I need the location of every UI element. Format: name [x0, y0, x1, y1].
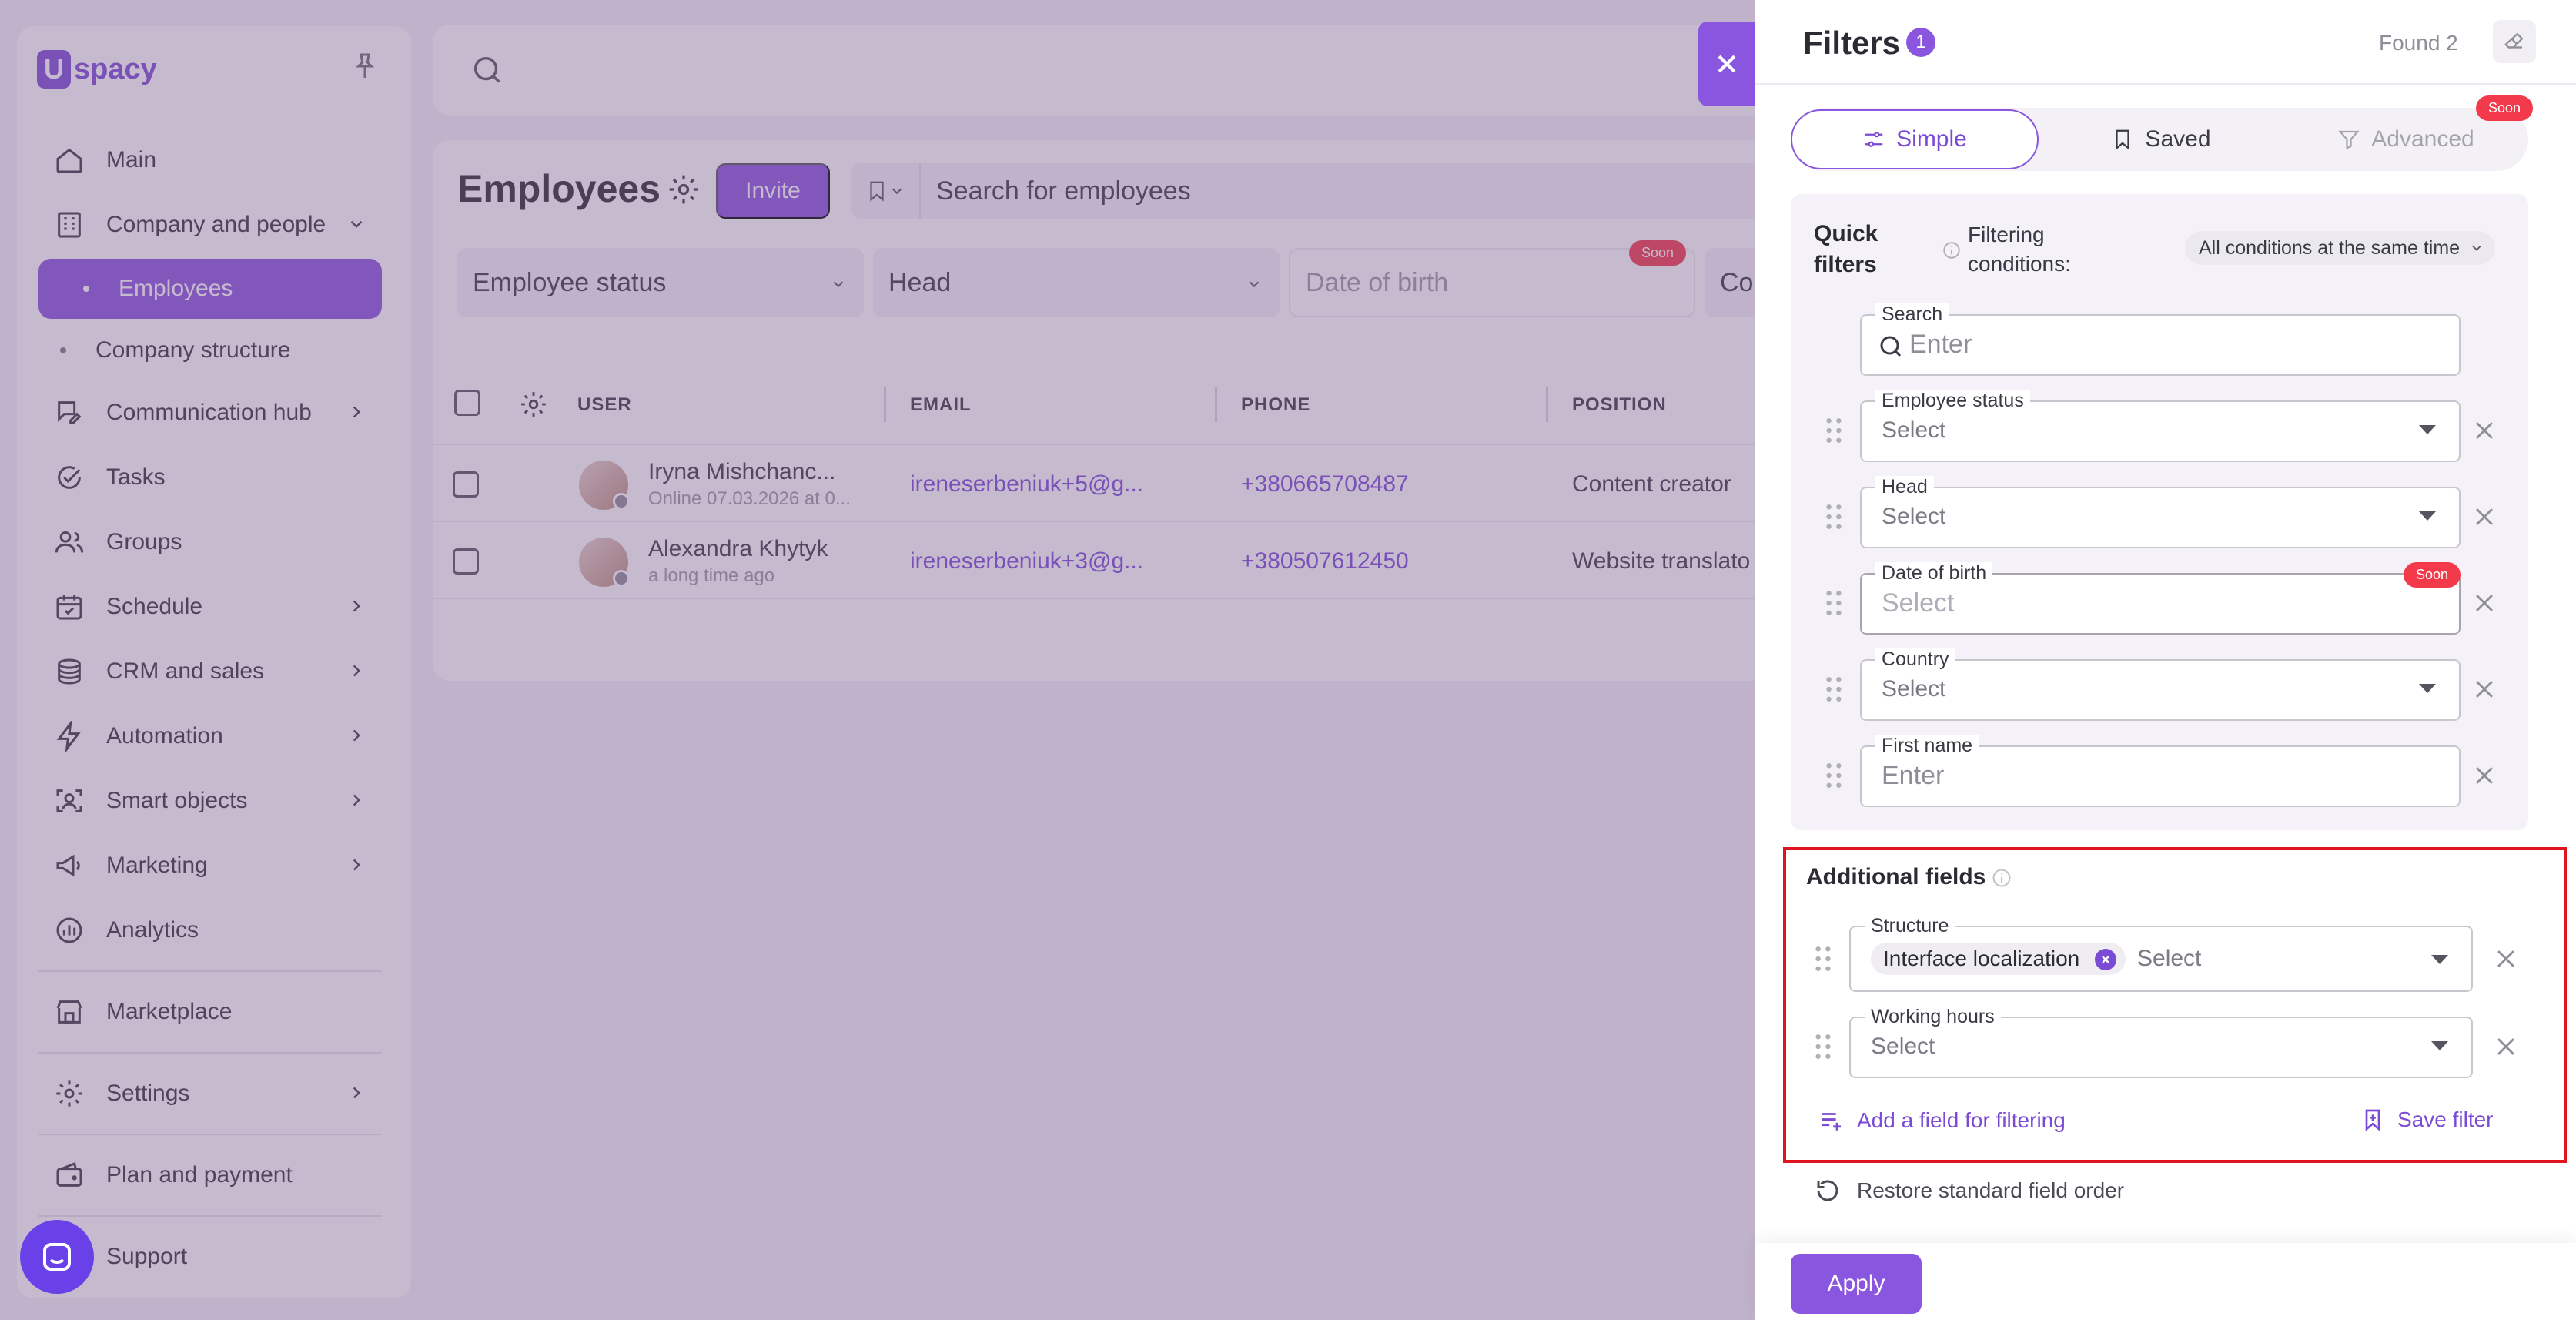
tab-simple[interactable]: Simple: [1791, 109, 2039, 169]
chevron-down-icon: [2472, 245, 2481, 251]
employee-status-value: Select: [1882, 417, 1946, 443]
date-of-birth-select: Date of birth Select Soon: [1860, 562, 2461, 635]
head-select[interactable]: Head Select: [1860, 476, 2461, 548]
working-hours-select[interactable]: Working hours Select: [1849, 1006, 2473, 1078]
info-icon[interactable]: [1942, 240, 1962, 260]
close-icon: [1718, 55, 1736, 73]
restore-field-order-label: Restore standard field order: [1857, 1178, 2125, 1202]
remove-filter-icon[interactable]: [2471, 590, 2497, 616]
drawer-title: Filters: [1803, 25, 1901, 61]
working-hours-value: Select: [1871, 1034, 1935, 1059]
found-count: Found 2: [2379, 31, 2458, 55]
quick-filters-section: Quick filters Filtering conditions: All …: [1791, 194, 2528, 830]
save-filter-label: Save filter: [2397, 1107, 2494, 1131]
country-select[interactable]: Country Select: [1860, 648, 2461, 721]
country-value: Select: [1882, 676, 1946, 702]
drag-handle-icon[interactable]: [1814, 1034, 1832, 1060]
apply-button[interactable]: Apply: [1791, 1254, 1922, 1314]
structure-label: Structure: [1865, 915, 1955, 936]
drag-handle-icon[interactable]: [1825, 676, 1843, 702]
close-drawer-button[interactable]: [1698, 22, 1755, 106]
bookmark-add-icon: [2365, 1109, 2380, 1131]
head-label: Head: [1875, 476, 1934, 498]
date-of-birth-label: Date of birth: [1875, 562, 1993, 584]
structure-chip-label: Interface localization: [1883, 946, 2080, 970]
quick-filters-title: Quick filters: [1814, 221, 1878, 277]
additional-fields-title: Additional fields: [1806, 864, 1986, 889]
search-field-label: Search: [1875, 303, 1949, 325]
search-icon: [1880, 336, 1902, 357]
structure-chip: Interface localization: [1871, 943, 2126, 975]
add-list-icon: [1822, 1113, 1842, 1131]
soon-badge: Soon: [2475, 95, 2533, 121]
active-filter-count-badge: 1: [1906, 28, 1935, 57]
employee-status-select[interactable]: Employee status Select: [1860, 390, 2461, 462]
search-field-placeholder: Enter: [1909, 330, 1972, 359]
filter-mode-tabs: Simple Saved Advanced Soon: [1791, 95, 2533, 171]
bookmark-icon: [2116, 129, 2130, 150]
clear-filters-button[interactable]: [2493, 20, 2536, 63]
tab-saved[interactable]: Saved: [2039, 109, 2283, 169]
caret-down-icon: [2431, 955, 2448, 964]
restore-icon: [1817, 1180, 1838, 1201]
add-filter-field-label: Add a field for filtering: [1857, 1108, 2066, 1132]
first-name-placeholder: Enter: [1882, 761, 1945, 790]
country-label: Country: [1875, 648, 1955, 670]
filters-drawer: Filters 1 Found 2 Simple Saved Advanced …: [1755, 0, 2576, 1320]
drag-handle-icon[interactable]: [1825, 590, 1843, 616]
drag-handle-icon[interactable]: [1825, 417, 1843, 444]
modal-backdrop[interactable]: [0, 0, 1755, 1320]
save-filter-button[interactable]: Save filter: [2360, 1107, 2494, 1132]
date-of-birth-value: Select: [1882, 588, 1955, 618]
drawer-header: Filters 1 Found 2: [1755, 0, 2576, 85]
soon-badge: Soon: [2403, 562, 2461, 588]
caret-down-icon: [2431, 1041, 2448, 1050]
tab-advanced-label: Advanced: [2371, 126, 2474, 152]
remove-filter-icon[interactable]: [2493, 946, 2519, 972]
remove-chip-icon[interactable]: [2095, 949, 2117, 970]
head-value: Select: [1882, 504, 1946, 529]
search-field[interactable]: Search Enter: [1860, 303, 2461, 376]
caret-down-icon: [2419, 425, 2436, 434]
remove-filter-icon[interactable]: [2471, 417, 2497, 444]
drag-handle-icon[interactable]: [1825, 504, 1843, 530]
caret-down-icon: [2419, 511, 2436, 521]
chat-launcher[interactable]: [20, 1220, 94, 1294]
tab-simple-label: Simple: [1896, 126, 1967, 152]
additional-fields-section: Additional fields Structure Interface lo…: [1783, 847, 2567, 1163]
caret-down-icon: [2419, 684, 2436, 693]
remove-filter-icon[interactable]: [2471, 676, 2497, 702]
structure-value: Select: [2137, 946, 2202, 971]
chat-icon: [43, 1243, 71, 1271]
tab-saved-label: Saved: [2145, 126, 2211, 152]
working-hours-label: Working hours: [1865, 1006, 2001, 1027]
first-name-label: First name: [1875, 735, 1979, 756]
info-icon[interactable]: [1991, 867, 2012, 889]
eraser-icon: [2504, 32, 2524, 49]
filtering-conditions-label: Filtering conditions:: [1968, 223, 2071, 276]
tab-advanced: Advanced Soon: [2283, 95, 2533, 169]
advanced-filter-icon: [2338, 130, 2360, 150]
remove-filter-icon[interactable]: [2471, 762, 2497, 789]
filtering-conditions-select[interactable]: All conditions at the same time: [2185, 231, 2496, 265]
sliders-icon: [1865, 132, 1883, 147]
employee-status-label: Employee status: [1875, 390, 2030, 411]
structure-select[interactable]: Structure Interface localization Select: [1849, 915, 2473, 992]
drawer-footer: Apply: [1755, 1243, 2576, 1320]
first-name-field[interactable]: First name Enter: [1860, 735, 2461, 807]
drag-handle-icon[interactable]: [1814, 946, 1832, 972]
remove-filter-icon[interactable]: [2493, 1034, 2519, 1060]
add-filter-field-button[interactable]: Add a field for filtering: [1818, 1107, 2066, 1134]
restore-field-order-button[interactable]: Restore standard field order: [1814, 1177, 2124, 1204]
drag-handle-icon[interactable]: [1825, 762, 1843, 789]
remove-filter-icon[interactable]: [2471, 504, 2497, 530]
filtering-conditions-value: All conditions at the same time: [2199, 236, 2461, 259]
